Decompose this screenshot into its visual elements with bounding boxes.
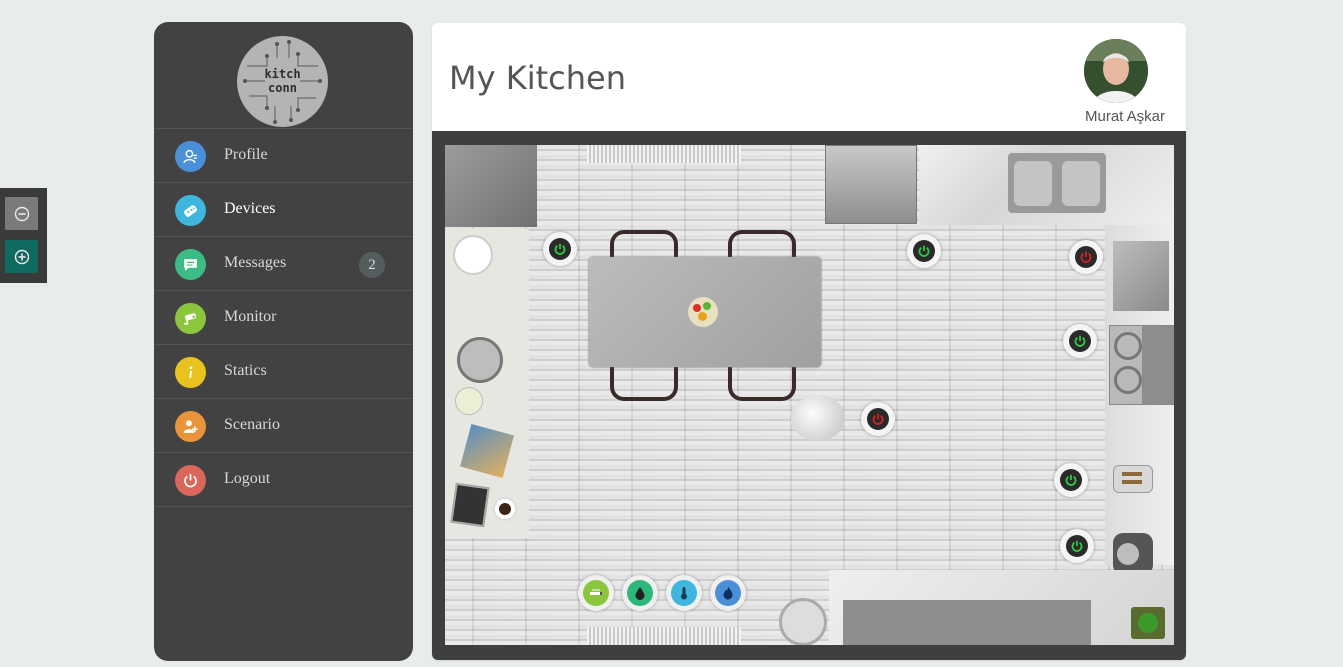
power-icon (918, 245, 930, 257)
power-icon (175, 465, 206, 496)
floor-drain (779, 598, 827, 645)
sidebar-menu: Profile Devices Messages 2 Monitor Stati… (154, 128, 413, 507)
sink (1008, 153, 1106, 213)
chair (610, 367, 678, 401)
sidebar-item-logout[interactable]: Logout (154, 453, 413, 507)
sidebar-item-label: Scenario (224, 416, 280, 433)
oven (1113, 241, 1169, 311)
radiator-bottom (587, 627, 741, 645)
ceiling-lamp (791, 395, 845, 441)
cooktop-bottom (843, 600, 1091, 645)
logo-text-line1: kitch (264, 67, 301, 81)
sidebar-item-label: Monitor (224, 308, 277, 325)
flame-icon (723, 586, 733, 600)
sidebar-item-statics[interactable]: Statics (154, 345, 413, 399)
avatar[interactable] (1084, 39, 1148, 103)
radiator-top (587, 145, 741, 163)
remote-control-icon (175, 195, 206, 226)
mixer (1113, 533, 1153, 575)
kitchen-floor-plan (432, 131, 1186, 660)
switch-mixer[interactable] (1060, 529, 1094, 563)
camera-icon (175, 303, 206, 334)
sidebar-item-scenario[interactable]: Scenario (154, 399, 413, 453)
plus-circle-icon (14, 249, 29, 264)
user-name: Murat Aşkar (1084, 108, 1166, 125)
sidebar: kitch conn Profile Devices Messages 2 Mo… (154, 22, 413, 661)
power-icon (1080, 251, 1092, 263)
toaster (1113, 465, 1153, 493)
sidebar-item-label: Logout (224, 470, 271, 487)
switch-center-lamp[interactable] (861, 402, 895, 436)
cigarette-icon (590, 589, 602, 595)
power-icon (1071, 540, 1083, 552)
thermometer-icon (681, 587, 687, 600)
switch-top-middle[interactable] (907, 234, 941, 268)
power-icon (1065, 474, 1077, 486)
kitchen-floor (445, 145, 1174, 645)
zoom-out-button[interactable] (5, 197, 38, 230)
zoom-in-button[interactable] (5, 240, 38, 273)
switch-toaster[interactable] (1054, 463, 1088, 497)
switch-stove[interactable] (1063, 324, 1097, 358)
drop-icon (635, 587, 645, 600)
profile-icon (175, 141, 206, 172)
chat-icon (175, 249, 206, 280)
gas-sensor[interactable] (710, 575, 746, 611)
logo-text-line2: conn (268, 81, 297, 95)
stove (1109, 325, 1174, 405)
info-icon (175, 357, 206, 388)
dishwasher (825, 145, 917, 224)
fridge (445, 145, 537, 227)
bowl (455, 387, 483, 415)
fruit-bowl (688, 297, 718, 327)
smoke-sensor[interactable] (578, 575, 614, 611)
plate (453, 235, 493, 275)
power-icon (872, 413, 884, 425)
main-panel: My Kitchen Murat Aşkar (432, 23, 1186, 660)
sidebar-item-profile[interactable]: Profile (154, 129, 413, 183)
chair (728, 367, 796, 401)
minus-circle-icon (14, 206, 29, 221)
zoom-control (0, 188, 47, 283)
power-icon (554, 243, 566, 255)
tablet (450, 482, 490, 528)
temperature-sensor[interactable] (666, 575, 702, 611)
power-icon (1074, 335, 1086, 347)
messages-count-badge: 2 (359, 252, 385, 278)
sidebar-item-devices[interactable]: Devices (154, 183, 413, 237)
sidebar-item-label: Statics (224, 362, 267, 379)
coffee-cup (493, 497, 517, 521)
user-add-icon (175, 411, 206, 442)
plant (1131, 607, 1165, 639)
switch-top-left[interactable] (543, 232, 577, 266)
water-sensor[interactable] (622, 575, 658, 611)
page-title: My Kitchen (449, 59, 626, 97)
sidebar-item-label: Devices (224, 200, 276, 217)
sidebar-item-label: Messages (224, 254, 287, 271)
switch-top-right[interactable] (1069, 240, 1103, 274)
app-logo[interactable]: kitch conn (237, 36, 328, 127)
sidebar-item-messages[interactable]: Messages 2 (154, 237, 413, 291)
pot (457, 337, 503, 383)
sidebar-item-label: Profile (224, 146, 268, 163)
sidebar-item-monitor[interactable]: Monitor (154, 291, 413, 345)
